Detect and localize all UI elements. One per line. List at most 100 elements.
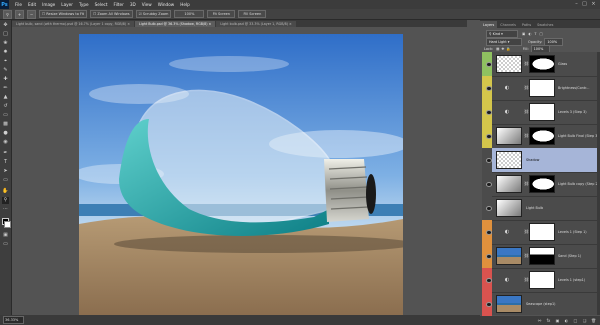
quick-select-tool-icon[interactable]: ✸ [2,49,9,56]
layer-thumbnail[interactable] [496,127,522,145]
layer-row[interactable]: Seascape (step1) [482,292,597,317]
close-button[interactable]: × [590,1,597,7]
menu-type[interactable]: Type [79,2,89,7]
zoom-all-windows-checkbox[interactable]: ☐ Zoom All Windows [90,10,133,18]
background-color-swatch[interactable] [4,221,11,228]
filter-image-icon[interactable]: ▣ [522,32,525,36]
layer-name[interactable]: Light Bulb copy (Step 2) [558,182,599,186]
brush-tool-icon[interactable]: ✏ [2,85,9,92]
menu-help[interactable]: Help [180,2,190,7]
menu-view[interactable]: View [142,2,152,7]
layer-name[interactable]: Light Bulb Final (Step 3 s... [558,134,600,138]
layer-name[interactable]: Levels 1 (step1) [558,278,585,282]
visibility-eye-icon[interactable] [486,86,492,91]
maximize-button[interactable]: □ [581,1,588,7]
layer-thumbnail[interactable] [496,175,522,193]
menu-layer[interactable]: Layer [61,2,73,7]
visibility-eye-icon[interactable] [486,158,492,163]
layer-thumbnail[interactable] [496,247,522,265]
layer-mask-thumbnail[interactable] [529,271,555,289]
screen-mode-icon[interactable]: ▭ [2,241,9,248]
more-tools-icon[interactable]: ⋯ [2,206,9,213]
visibility-eye-icon[interactable] [486,110,492,115]
history-brush-tool-icon[interactable]: ↺ [2,103,9,110]
zoom-out-icon[interactable]: − [27,9,36,19]
menu-image[interactable]: Image [42,2,55,7]
tab-paths[interactable]: Paths [519,21,534,28]
layer-row[interactable]: ⛓ Light Bulb Final (Step 3 s... [482,124,600,149]
lock-pixels-icon[interactable]: ▦ [496,47,499,51]
layer-name[interactable]: Seascape (step1) [526,302,555,306]
trash-icon[interactable]: 🗑 [591,318,596,323]
path-selection-tool-icon[interactable]: ➤ [2,168,9,175]
layer-name[interactable]: Light Bulb [526,206,543,210]
layer-name[interactable]: Sand (Step 1) [558,254,581,258]
layer-name[interactable]: Levels 1 (Step 1) [558,230,587,234]
layer-row[interactable]: ⛓ Sand (Step 1) [482,244,597,269]
move-tool-icon[interactable]: ✥ [2,22,9,29]
layer-mask-thumbnail[interactable] [529,223,555,241]
tab-layers[interactable]: Layers [480,21,498,28]
menu-3d[interactable]: 3D [130,2,136,7]
type-tool-icon[interactable]: T [2,159,9,166]
layer-name[interactable]: Levels 3 (Step 3) [558,110,587,114]
layer-thumbnail[interactable] [496,199,522,217]
fx-icon[interactable]: fx [546,318,551,323]
zoom-100-button[interactable]: 100% [174,10,205,18]
resize-windows-checkbox[interactable]: ☐ Resize Windows to Fit [39,10,88,18]
eraser-tool-icon[interactable]: ▭ [2,112,9,119]
menu-window[interactable]: Window [158,2,175,7]
menu-select[interactable]: Select [95,2,108,7]
zoom-level-field[interactable]: 36.33% [3,316,24,324]
zoom-tool-icon[interactable]: ⚲ [2,197,9,204]
layer-mask-thumbnail[interactable] [529,55,555,73]
menu-filter[interactable]: Filter [113,2,123,7]
link-icon[interactable]: ⚯ [537,318,542,323]
folder-icon[interactable]: □ [573,318,578,323]
healing-brush-tool-icon[interactable]: ✚ [2,76,9,83]
layer-mask-thumbnail[interactable] [529,175,555,193]
minimize-button[interactable]: – [573,1,580,7]
filter-adjust-icon[interactable]: ◐ [528,32,531,36]
layer-row[interactable]: ⛓ Light Bulb copy (Step 2) [482,172,599,197]
layer-row[interactable]: ◐ ⛓ Brightness/Contr... [482,76,597,101]
filter-shape-icon[interactable]: □ [540,32,543,36]
new-layer-icon[interactable]: ❏ [582,318,587,323]
visibility-eye-icon[interactable] [486,254,492,259]
visibility-eye-icon[interactable] [486,230,492,235]
eyedropper-tool-icon[interactable]: ✎ [2,67,9,74]
layer-row[interactable]: ◐ ⛓ Levels 1 (step1) [482,268,597,293]
layer-row[interactable]: ◐ ⛓ Levels 1 (Step 1) [482,220,597,245]
layer-row[interactable]: ◐ ⛓ Levels 3 (Step 3) [482,100,597,125]
layer-row[interactable]: ⛓ Glass [482,52,597,77]
filter-type-icon[interactable]: T [534,32,536,36]
layer-row[interactable]: Shadow [482,148,597,173]
layer-mask-thumbnail[interactable] [529,79,555,97]
document-canvas[interactable] [79,34,403,317]
layer-row[interactable]: Light Bulb [482,196,597,221]
quick-mask-icon[interactable]: ▣ [2,232,9,239]
layer-mask-thumbnail[interactable] [529,127,555,145]
marquee-tool-icon[interactable]: □ [2,31,9,38]
zoom-in-icon[interactable]: + [15,9,24,19]
lock-all-icon[interactable]: 🔒 [506,47,510,51]
lock-position-icon[interactable]: ✚ [501,47,504,51]
tab-swatches[interactable]: Swatches [534,21,556,28]
hand-tool-icon[interactable]: ✋ [2,188,9,195]
lasso-tool-icon[interactable]: ❀ [2,40,9,47]
visibility-eye-icon[interactable] [486,206,492,211]
mask-icon[interactable]: ▣ [555,318,560,323]
layer-thumbnail[interactable] [496,295,522,313]
menu-edit[interactable]: Edit [28,2,36,7]
rectangle-tool-icon[interactable]: ▭ [2,177,9,184]
layer-name[interactable]: Brightness/Contr... [558,86,589,90]
pen-tool-icon[interactable]: ✒ [2,150,9,157]
fit-screen-button[interactable]: Fit Screen [207,10,236,18]
layer-mask-thumbnail[interactable] [529,103,555,121]
layer-mask-thumbnail[interactable] [529,247,555,265]
clone-stamp-tool-icon[interactable]: ▲ [2,94,9,101]
visibility-eye-icon[interactable] [486,182,492,187]
layer-thumbnail[interactable] [496,151,522,169]
visibility-eye-icon[interactable] [486,278,492,283]
visibility-eye-icon[interactable] [486,134,492,139]
